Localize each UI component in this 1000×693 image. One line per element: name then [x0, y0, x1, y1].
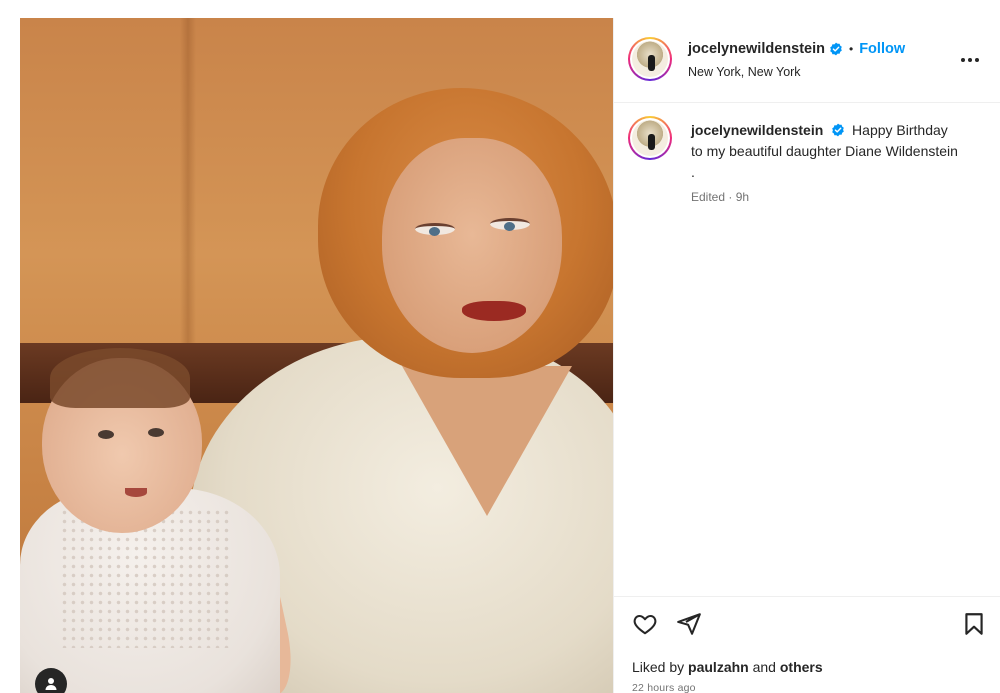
photo-wall-shadow [180, 18, 196, 348]
photo-robe-neckline [402, 366, 572, 516]
avatar-ring [630, 118, 670, 158]
bookmark-glyph [965, 613, 983, 635]
avatar-image [632, 120, 668, 156]
photo-baby-hair [50, 348, 190, 408]
likes-user-link[interactable]: paulzahn [688, 659, 749, 675]
more-dot [975, 58, 979, 62]
bookmark-icon[interactable] [961, 611, 987, 642]
photo-woman-lips [462, 301, 526, 321]
photo-woman-eye-left [415, 223, 455, 236]
instagram-post: jocelynewildenstein • Follow New York, N… [20, 18, 1000, 693]
photo-baby-eye-right [148, 428, 164, 437]
post-timestamp[interactable]: 22 hours ago [632, 682, 696, 693]
header-separator: • [849, 42, 854, 56]
action-bar [632, 611, 702, 637]
avatar[interactable] [628, 116, 672, 160]
post-photo[interactable] [20, 18, 613, 693]
avatar-image [632, 41, 668, 77]
post-footer: Liked by paulzahn and others 22 hours ag… [614, 596, 1000, 693]
post-sidebar: jocelynewildenstein • Follow New York, N… [613, 18, 1000, 693]
verified-badge-icon [830, 42, 842, 56]
person-icon [45, 678, 57, 690]
verified-badge-icon [832, 123, 844, 137]
more-horizontal-icon[interactable] [961, 52, 983, 68]
photo-baby-eye-left [98, 430, 114, 439]
heart-icon[interactable] [632, 611, 658, 637]
likes-summary: Liked by paulzahn and others [632, 659, 823, 675]
username-link[interactable]: jocelynewildenstein [688, 41, 825, 57]
caption-meta: Edited · 9h [691, 190, 750, 204]
user-tag-icon[interactable] [35, 668, 67, 693]
likes-others-link[interactable]: others [780, 659, 823, 675]
follow-button[interactable]: Follow [859, 41, 905, 57]
post-header: jocelynewildenstein • Follow New York, N… [614, 18, 1000, 103]
photo-woman-eye-right [490, 218, 530, 231]
more-dot [961, 58, 965, 62]
location-link[interactable]: New York, New York [688, 65, 801, 79]
header-title-row: jocelynewildenstein • Follow [688, 41, 905, 57]
likes-prefix: Liked by [632, 659, 685, 675]
photo-baby-mouth [125, 488, 147, 497]
photo-woman-face [382, 138, 562, 353]
share-icon[interactable] [676, 611, 702, 637]
avatar-ring [630, 39, 670, 79]
avatar[interactable] [628, 37, 672, 81]
caption-text-block: jocelynewildenstein Happy Birthday to my… [691, 120, 961, 183]
likes-and: and [752, 659, 776, 675]
more-dot [968, 58, 972, 62]
caption-username-link[interactable]: jocelynewildenstein [691, 122, 823, 138]
